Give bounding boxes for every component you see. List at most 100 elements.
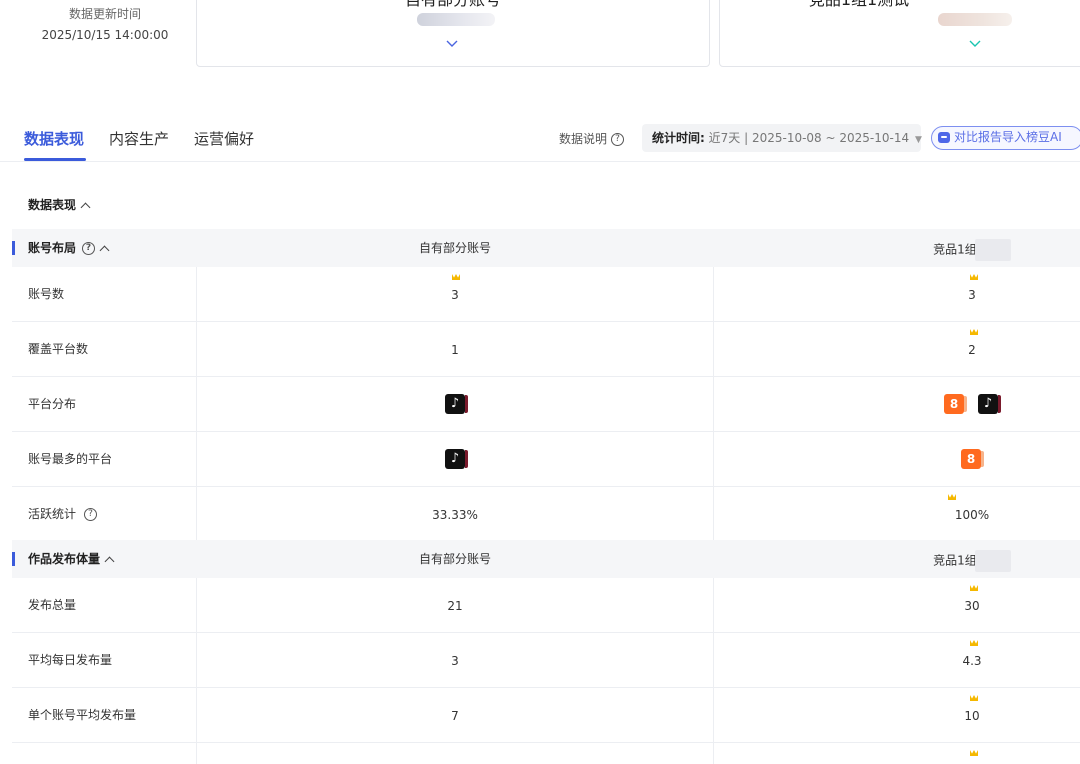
group-header-account-layout: 账号布局 ? 自有部分账号 竞品1组	[12, 229, 1080, 267]
row-label: 活跃统计	[28, 507, 77, 521]
crown-icon	[970, 329, 978, 335]
row-label: 平台分布	[28, 397, 77, 411]
group-title: 账号布局	[28, 241, 77, 255]
date-range-select[interactable]: 统计时间: 近7天 | 2025-10-08 ~ 2025-10-14 ▼	[642, 124, 922, 152]
ai-chat-icon	[938, 132, 950, 143]
table-row: 活跃统计 ? 33.33% 100%	[12, 487, 1080, 542]
chevron-down-icon[interactable]	[969, 40, 981, 48]
crown-icon	[970, 695, 978, 701]
tab-operation-preference[interactable]: 运营偏好	[194, 128, 254, 150]
crown-icon	[970, 585, 978, 591]
active-tab-indicator	[24, 158, 86, 161]
cell-value: 2	[968, 343, 976, 357]
row-label: 平均每日发布量	[28, 653, 113, 667]
cell-competitor: 100%	[714, 487, 1080, 541]
cell-competitor: 4.3	[714, 633, 1080, 687]
cell-competitor: 30	[714, 578, 1080, 632]
table-row-partial	[12, 743, 1080, 764]
column-header-own: 自有部分账号	[418, 241, 491, 255]
column-header-competitor-wrap: 竞品1组	[714, 550, 1080, 572]
cell-value: 4.3	[962, 654, 982, 668]
cell-own: 1	[196, 322, 714, 376]
row-label-wrap: 活跃统计 ?	[28, 505, 98, 523]
crown-icon	[970, 274, 978, 280]
tab-data-performance[interactable]: 数据表现	[24, 128, 84, 150]
import-ai-report-label: 对比报告导入榜豆AI	[954, 130, 1062, 144]
cell-own: 3	[196, 633, 714, 687]
table-row: 平台分布	[12, 377, 1080, 432]
table-row: 账号最多的平台	[12, 432, 1080, 487]
cell-own: 21	[196, 578, 714, 632]
douyin-icon	[445, 394, 468, 414]
update-time-label: 数据更新时间	[68, 7, 141, 21]
compare-card-competitor[interactable]: 竞品1组1测试	[719, 0, 1080, 67]
date-range-value: 近7天 | 2025-10-08 ~ 2025-10-14	[708, 131, 910, 145]
import-ai-report-button[interactable]: 对比报告导入榜豆AI	[931, 126, 1080, 150]
row-label: 账号最多的平台	[28, 452, 113, 466]
cell-value: 10	[964, 709, 980, 723]
kuaishou-icon	[961, 449, 984, 469]
cell-competitor: 10	[714, 688, 1080, 742]
cell-competitor	[714, 743, 1080, 764]
cell-value: 33.33%	[432, 508, 478, 522]
table-row: 覆盖平台数 1 2	[12, 322, 1080, 377]
caret-down-icon: ▼	[914, 135, 922, 145]
crown-icon	[970, 640, 978, 646]
group-accent-bar	[12, 552, 15, 566]
cell-competitor: 2	[714, 322, 1080, 376]
douyin-icon	[445, 449, 468, 469]
douyin-icon	[978, 394, 1001, 414]
cell-value: 30	[964, 599, 980, 613]
crown-icon	[948, 494, 956, 500]
blurred-avatar-group	[938, 13, 1012, 26]
group-toggle[interactable]: 账号布局 ?	[28, 239, 110, 257]
kuaishou-icon	[944, 394, 967, 414]
help-icon[interactable]: ?	[84, 507, 98, 521]
cell-own: 3	[196, 267, 714, 321]
section-toggle[interactable]: 数据表现	[28, 196, 91, 214]
table-row: 账号数 3 3	[12, 267, 1080, 322]
cell-competitor	[714, 377, 1080, 431]
cell-own	[196, 432, 714, 486]
data-explain-label: 数据说明	[559, 132, 608, 146]
chevron-down-icon[interactable]	[446, 40, 458, 48]
blurred-name	[974, 550, 1011, 572]
cell-value: 3	[451, 654, 459, 668]
section-title: 数据表现	[28, 198, 77, 212]
compare-card-competitor-title: 竞品1组1测试	[620, 0, 1080, 11]
cell-own	[196, 377, 714, 431]
date-range-label: 统计时间:	[652, 131, 705, 145]
table-row: 发布总量 21 30	[12, 578, 1080, 633]
cell-value: 7	[451, 709, 459, 723]
group-accent-bar	[12, 241, 15, 255]
tab-bar: 数据表现 内容生产 运营偏好 数据说明 ? 统计时间: 近7天 | 2025-1…	[0, 118, 1080, 162]
cell-competitor: 3	[714, 267, 1080, 321]
data-explain-link[interactable]: 数据说明 ?	[559, 130, 625, 148]
row-label: 单个账号平均发布量	[28, 708, 137, 722]
cell-value: 21	[447, 599, 463, 613]
crown-icon	[452, 274, 460, 280]
row-label: 覆盖平台数	[28, 342, 89, 356]
chevron-up-icon	[104, 556, 115, 566]
group-header-publish-volume: 作品发布体量 自有部分账号 竞品1组	[12, 540, 1080, 578]
chevron-up-icon	[80, 202, 91, 212]
row-label: 发布总量	[28, 598, 77, 612]
help-icon[interactable]: ?	[82, 241, 96, 255]
table-row: 单个账号平均发布量 7 10	[12, 688, 1080, 743]
cell-own	[196, 743, 714, 764]
top-summary: 数据更新时间 2025/10/15 14:00:00 自有部分账号 竞品1组1测…	[0, 0, 1080, 68]
cell-value: 3	[968, 288, 976, 302]
chevron-up-icon	[99, 245, 110, 255]
row-label: 账号数	[28, 287, 65, 301]
cell-value: 3	[451, 288, 459, 302]
blurred-name	[974, 239, 1011, 261]
crown-icon	[970, 750, 978, 756]
group-toggle[interactable]: 作品发布体量	[28, 550, 115, 568]
update-time-value: 2025/10/15 14:00:00	[41, 28, 169, 42]
column-header-own: 自有部分账号	[418, 552, 491, 566]
cell-value: 1	[451, 343, 459, 357]
cell-own: 33.33%	[196, 487, 714, 541]
tab-content-production[interactable]: 内容生产	[109, 128, 169, 150]
table-row: 平均每日发布量 3 4.3	[12, 633, 1080, 688]
column-header-competitor-wrap: 竞品1组	[714, 239, 1080, 261]
